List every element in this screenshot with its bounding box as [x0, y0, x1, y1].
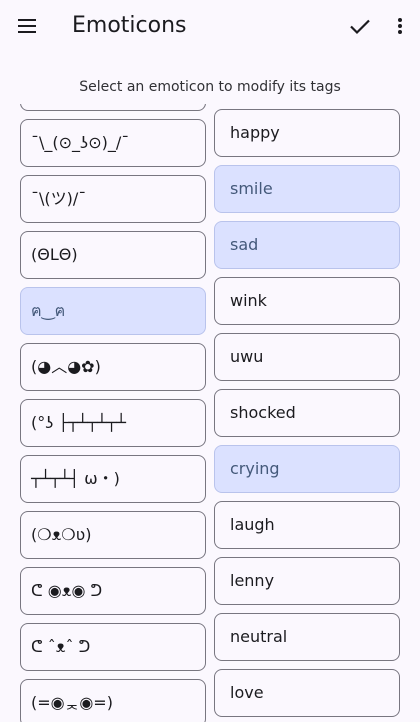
emoticon-chip[interactable]: ┬┴┬┴┤ ω・) — [20, 455, 206, 503]
tag-chip[interactable]: shocked — [214, 389, 400, 437]
more-dot — [398, 30, 402, 34]
tag-chip[interactable]: laugh — [214, 501, 400, 549]
emoticon-chip[interactable]: ฅ‿ฅ — [20, 287, 206, 335]
tag-chip[interactable]: crying — [214, 445, 400, 493]
tag-list[interactable]: happy smile sad wink uwu shocked crying laugh le… — [210, 104, 420, 722]
emoticon-chip[interactable]: (◕︿◕✿) — [20, 343, 206, 391]
menu-icon-line — [18, 19, 36, 21]
tag-chip[interactable]: neutral — [214, 613, 400, 661]
check-icon[interactable] — [346, 12, 374, 40]
more-vert-icon[interactable] — [388, 12, 412, 40]
emoticon-chip[interactable]: ¯\(ツ)/¯ — [20, 175, 206, 223]
menu-icon-line — [18, 31, 36, 33]
more-dot — [398, 24, 402, 28]
menu-icon[interactable] — [16, 16, 40, 36]
emoticon-chip[interactable]: (❍ᴥ❍ʋ) — [20, 511, 206, 559]
tag-chip[interactable]: sad — [214, 221, 400, 269]
menu-icon-line — [18, 25, 36, 27]
emoticon-chip[interactable] — [20, 104, 206, 111]
tag-chip[interactable]: uwu — [214, 333, 400, 381]
emoticon-chip[interactable]: ᕦ ˆᴥˆ ᕤ — [20, 623, 206, 671]
emoticon-chip[interactable]: ᕦ ◉ᴥ◉ ᕤ — [20, 567, 206, 615]
page-title: Emoticons — [72, 13, 187, 38]
emoticon-chip[interactable]: (=◉ᆽ◉=) — [20, 679, 206, 722]
tag-chip[interactable]: happy — [214, 109, 400, 157]
emoticon-chip[interactable]: ¯\_(⊙_ʖ⊙)_/¯ — [20, 119, 206, 167]
emoticon-list[interactable]: ¯\_(⊙_ʖ⊙)_/¯ ¯\(ツ)/¯ (ΘLΘ) ฅ‿ฅ (◕︿◕✿) (°ʖ ├┬┴… — [0, 104, 210, 722]
tag-chip[interactable]: love — [214, 669, 400, 717]
tag-chip[interactable]: smile — [214, 165, 400, 213]
more-dot — [398, 18, 402, 22]
emoticon-chip[interactable]: (ΘLΘ) — [20, 231, 206, 279]
tag-chip[interactable]: lenny — [214, 557, 400, 605]
tag-chip[interactable]: wink — [214, 277, 400, 325]
top-app-bar: Emoticons — [0, 0, 420, 52]
instructions-text: Select an emoticon to modify its tags — [79, 79, 341, 95]
emoticon-chip[interactable]: (°ʖ ├┬┴┬┴┬┴ — [20, 399, 206, 447]
check-icon-glyph — [350, 19, 370, 35]
